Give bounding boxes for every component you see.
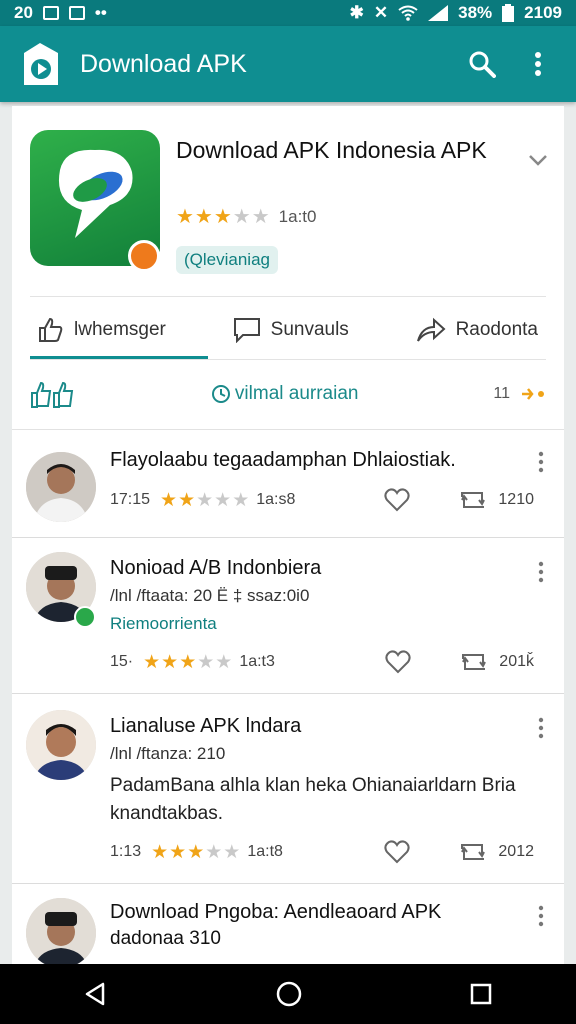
- sort-count: 11: [493, 385, 546, 403]
- action-tabs: lwhemsger Sunvauls Raodonta: [30, 302, 546, 358]
- star-rating: ★★★★★: [151, 841, 242, 863]
- review-body: PadamBana alhla klan heka Ohianaiarldarn…: [110, 775, 516, 824]
- mute-icon: ✕: [373, 3, 389, 22]
- sort-button[interactable]: vilmal aurraian: [76, 383, 493, 405]
- tab-comment-label: Sunvauls: [270, 319, 349, 340]
- heart-icon[interactable]: [384, 840, 410, 864]
- comment-icon: [233, 318, 260, 343]
- review-stat-mid: 1a:t8: [247, 843, 283, 860]
- review-item[interactable]: Download Pngoba: Aendleaoard APK dadonaa…: [12, 884, 564, 964]
- more-vert-icon[interactable]: [532, 904, 550, 928]
- repost-icon[interactable]: [458, 841, 488, 863]
- heart-icon[interactable]: [384, 488, 410, 512]
- review-item[interactable]: Nonioad A/B Indonbiera /lnl /ftaata: 20 …: [12, 538, 564, 694]
- review-stat-left: 15·: [110, 653, 134, 670]
- battery-level: 38%: [458, 3, 493, 22]
- repost-icon[interactable]: [458, 489, 488, 511]
- repost-icon[interactable]: [459, 651, 489, 673]
- verified-badge-icon: [74, 606, 96, 628]
- app-icon-badge: [128, 240, 160, 272]
- more-vert-icon[interactable]: [532, 450, 550, 474]
- review-meta: /lnl /ftanza: 210: [110, 744, 226, 763]
- more-vert-icon[interactable]: [532, 716, 550, 740]
- review-stat-mid: 1a:t3: [239, 653, 275, 670]
- status-time-left: 20: [14, 3, 33, 22]
- app-logo-icon: [24, 43, 58, 85]
- review-stats: 1:13 ★★★★★ 1a:t8 2012: [110, 840, 534, 864]
- review-title: Lianaluse APK lndara: [110, 715, 302, 737]
- sort-label: vilmal aurraian: [234, 383, 359, 404]
- share-icon: [416, 317, 446, 342]
- app-name: Download APK Indonesia APK: [176, 137, 487, 163]
- review-tag[interactable]: Riemoorrienta: [110, 614, 217, 634]
- sparkle-icon: [522, 388, 544, 400]
- status-time-right: 2109: [524, 3, 562, 22]
- review-title: Flayolaabu tegaadamphan Dhlaiostiak.: [110, 449, 456, 471]
- thumbs-up-icon: [39, 317, 63, 342]
- signal-icon: [428, 5, 449, 21]
- tab-comment[interactable]: Sunvauls: [225, 317, 357, 343]
- battery-icon: [502, 4, 515, 22]
- tab-like[interactable]: lwhemsger: [30, 317, 174, 343]
- review-stats: 17:15 ★★★★★ 1a:s8 1210: [110, 488, 534, 512]
- tab-share[interactable]: Raodonta: [408, 317, 546, 343]
- chevron-down-icon[interactable]: [526, 148, 550, 172]
- home-icon[interactable]: [275, 980, 303, 1008]
- review-meta: dadonaa 310: [110, 928, 221, 949]
- status-left: 20 ••: [14, 3, 107, 23]
- avatar[interactable]: [26, 898, 96, 964]
- search-button[interactable]: [462, 44, 502, 84]
- review-stat-mid: 1a:s8: [256, 491, 296, 508]
- review-stat-right: 2012: [498, 843, 534, 860]
- review-stat-right: 1210: [498, 491, 534, 508]
- search-icon: [469, 51, 496, 78]
- more-vert-icon: [535, 52, 541, 76]
- more-notifications-icon: ••: [94, 3, 107, 22]
- app-bar: Download APK: [0, 26, 576, 102]
- review-item[interactable]: Lianaluse APK lndara /lnl /ftanza: 210 P…: [12, 694, 564, 884]
- app-title: Download APK: [80, 49, 247, 78]
- bluetooth-icon: ✱: [349, 3, 364, 22]
- image-icon: [68, 6, 85, 20]
- tab-share-label: Raodonta: [455, 319, 538, 340]
- person-avatar-icon: [26, 452, 96, 522]
- review-stats: 15· ★★★★★ 1a:t3 201ǩ: [110, 650, 534, 674]
- divider: [30, 296, 546, 297]
- review-title: Nonioad A/B Indonbiera: [110, 557, 322, 579]
- status-right: ✱ ✕ 38% 2109: [350, 3, 562, 23]
- person-avatar-icon: [26, 898, 96, 964]
- navigation-bar: [0, 964, 576, 1024]
- rating-count: 1a:t0: [278, 206, 317, 226]
- avatar[interactable]: [26, 710, 96, 780]
- review-title: Download Pngoba: Aendleaoard APK: [110, 901, 442, 923]
- review-stat-right: 201ǩ: [499, 653, 534, 670]
- heart-icon[interactable]: [385, 650, 411, 674]
- star-rating: ★★★★★: [160, 489, 251, 511]
- content-panel: Download APK Indonesia APK ★★★★★ 1a:t0 (…: [12, 106, 564, 964]
- category-chip[interactable]: (Qlevianiag: [176, 246, 278, 274]
- review-count: 11: [493, 385, 510, 402]
- more-vert-icon[interactable]: [532, 560, 550, 584]
- review-item[interactable]: Flayolaabu tegaadamphan Dhlaiostiak. 17:…: [12, 430, 564, 538]
- app-rating: ★★★★★ 1a:t0: [176, 204, 316, 229]
- overflow-menu-button[interactable]: [518, 44, 558, 84]
- avatar[interactable]: [26, 452, 96, 522]
- divider: [30, 359, 546, 360]
- person-avatar-icon: [26, 710, 96, 780]
- gallery-icon: [42, 6, 59, 20]
- review-stat-left: 1:13: [110, 843, 142, 860]
- star-rating: ★★★★★: [143, 651, 234, 673]
- wifi-icon: [398, 5, 418, 21]
- tab-like-label: lwhemsger: [74, 319, 166, 340]
- status-bar: 20 •• ✱ ✕ 38% 2109: [0, 0, 576, 26]
- star-rating: ★★★★★: [176, 206, 271, 228]
- sort-row: vilmal aurraian 11: [30, 374, 546, 414]
- clock-icon: [211, 385, 230, 403]
- likes-icon[interactable]: [30, 379, 76, 409]
- review-stat-left: 17:15: [110, 491, 151, 508]
- review-meta: /lnl /ftaata: 20 Ë ‡ ssaz:0i0: [110, 586, 310, 605]
- recents-icon[interactable]: [469, 982, 493, 1006]
- back-icon[interactable]: [83, 981, 109, 1007]
- app-card: Download APK Indonesia APK ★★★★★ 1a:t0 (…: [12, 106, 564, 430]
